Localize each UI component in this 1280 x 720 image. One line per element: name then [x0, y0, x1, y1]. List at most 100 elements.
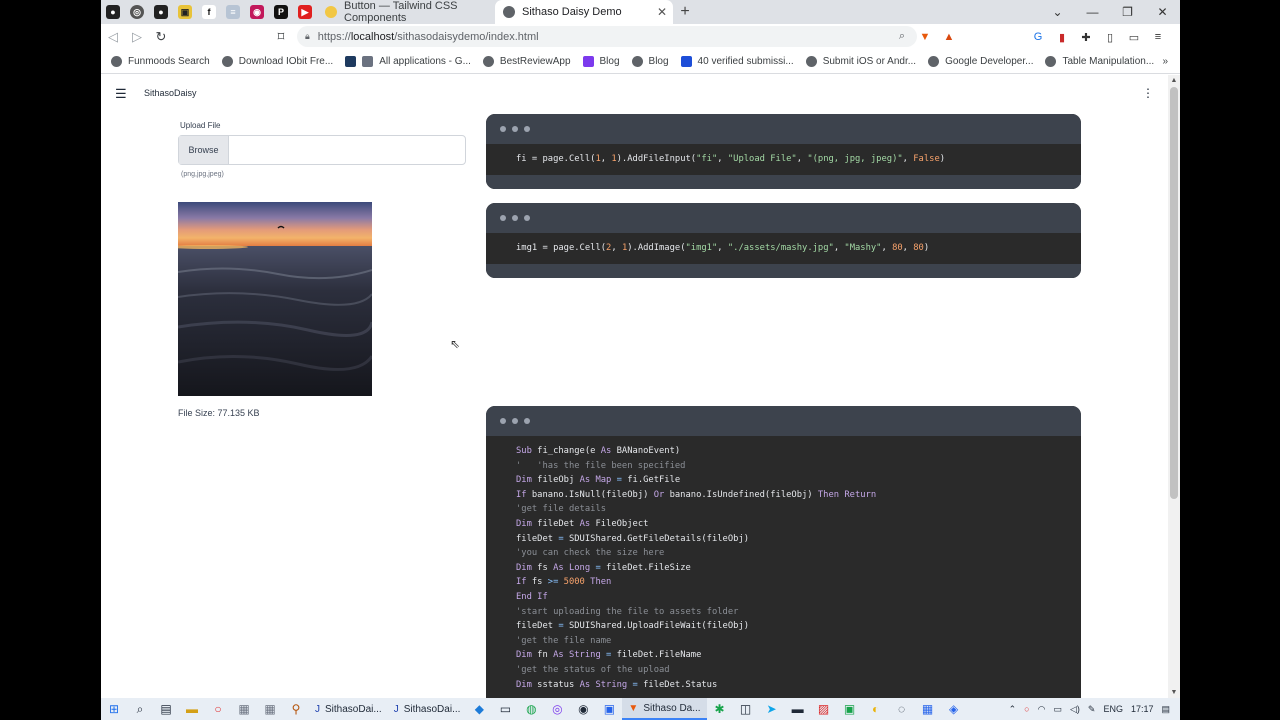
brave-rewards-icon[interactable]: ▲ — [937, 27, 961, 47]
reload-button[interactable]: ↻ — [149, 29, 173, 45]
beach-sunset-image — [178, 202, 372, 396]
windows-start-icon[interactable]: ⊞ — [101, 698, 127, 720]
task-view-icon[interactable]: ▤ — [153, 698, 179, 720]
youtube-icon[interactable]: ▶ — [293, 0, 317, 24]
reddit-icon[interactable]: ◉ — [245, 0, 269, 24]
github-icon[interactable]: ● — [101, 0, 125, 24]
globe-icon — [1045, 55, 1057, 67]
app-icon[interactable]: ▣ — [596, 698, 622, 720]
back-button[interactable]: ◁ — [101, 29, 125, 45]
url-host: localhost — [350, 30, 395, 43]
extension-red-icon[interactable]: ▮ — [1050, 27, 1074, 47]
tab-tailwind-button[interactable]: Button — Tailwind CSS Components — [317, 0, 495, 24]
chevron-down-icon[interactable]: ⌄ — [1040, 5, 1075, 19]
extension-icons: G ▮ ✚ ▯ ▭ ≡ — [1026, 27, 1170, 47]
bookmark-item[interactable]: Funmoods Search — [111, 55, 210, 67]
volume-icon[interactable]: ◁) — [1070, 704, 1080, 715]
puzzle-icon[interactable]: ✚ — [1074, 27, 1098, 47]
network-icon[interactable]: ◠ — [1038, 704, 1046, 715]
taskbar-app[interactable]: J SithasoDai... — [309, 698, 388, 720]
bookmark-item[interactable]: Blog — [631, 55, 669, 67]
brave-shield-icon[interactable]: ▼ — [913, 27, 937, 47]
code-mockup-image: img1 = page.Cell(2, 1).AddImage("img1", … — [486, 203, 1081, 278]
zoom-icon[interactable]: ⌕ — [899, 30, 905, 43]
bookmark-item[interactable]: Table Manipulation... — [1045, 55, 1154, 67]
address-bar[interactable]: 🔒︎ https://localhost/sithasodaisydemo/in… — [297, 26, 917, 47]
bookmark-item[interactable]: All applications - G... — [345, 55, 471, 67]
globe-icon[interactable]: ◎ — [125, 0, 149, 24]
file-explorer-icon[interactable]: ▬ — [179, 698, 205, 720]
bookmark-label: Blog — [599, 55, 620, 67]
page-scrollbar[interactable]: ▲ ▼ — [1168, 75, 1180, 698]
bookmark-item[interactable]: Blog — [582, 55, 620, 67]
app-icon[interactable]: ◌ — [889, 698, 915, 720]
pdf-icon[interactable]: ▨ — [811, 698, 837, 720]
more-vertical-icon[interactable]: ⋮ — [1142, 86, 1154, 100]
sidebar-icon[interactable]: ▯ — [1098, 27, 1122, 47]
taskbar-app[interactable]: J SithasoDai... — [388, 698, 467, 720]
close-window-button[interactable]: ✕ — [1145, 5, 1180, 19]
translate-icon[interactable]: G — [1026, 27, 1050, 47]
app-icon[interactable]: ▣ — [837, 698, 863, 720]
app-icon[interactable]: ▦ — [257, 698, 283, 720]
bookmark-item[interactable]: Submit iOS or Andr... — [805, 55, 916, 67]
wallet-icon[interactable]: ▭ — [1122, 27, 1146, 47]
clock[interactable]: 17:17 — [1131, 704, 1154, 714]
vscode-icon[interactable]: ◆ — [466, 698, 492, 720]
tab-sithaso-daisy-demo[interactable]: Sithaso Daisy Demo ✕ — [495, 0, 673, 24]
new-tab-button[interactable]: + — [673, 3, 697, 21]
opera-icon[interactable]: ○ — [205, 698, 231, 720]
app-brand[interactable]: SithasoDaisy — [144, 88, 197, 98]
file-name-field[interactable] — [229, 136, 465, 164]
stack-icon[interactable]: ≡ — [221, 0, 245, 24]
notifications-icon[interactable]: ▤ — [1161, 704, 1170, 715]
pen-icon[interactable]: ✎ — [1088, 704, 1096, 715]
opera-tray-icon[interactable]: ○ — [1024, 704, 1029, 714]
bookmark-item[interactable]: BestReviewApp — [482, 55, 571, 67]
battery-icon[interactable]: ▭ — [1053, 704, 1062, 715]
browser-toolbar: ◁ ▷ ↻ ⌑ 🔒︎ https://localhost/sithasodais… — [101, 24, 1180, 49]
app-icon[interactable]: ▬ — [785, 698, 811, 720]
github-icon[interactable]: ● — [149, 0, 173, 24]
upload-file-label: Upload File — [180, 121, 221, 130]
scroll-up-icon[interactable]: ▲ — [1168, 77, 1180, 84]
code-line: If fs >= 5000 Then — [516, 577, 612, 588]
scrollbar-thumb[interactable] — [1170, 87, 1178, 499]
bookmark-label: All applications - G... — [379, 55, 471, 67]
bookmarks-overflow-button[interactable]: » — [1162, 56, 1168, 67]
scroll-down-icon[interactable]: ▼ — [1168, 689, 1180, 696]
app-icon[interactable]: ◐ — [863, 698, 889, 720]
close-tab-icon[interactable]: ✕ — [657, 5, 667, 19]
forward-button[interactable]: ▷ — [125, 29, 149, 45]
file-input[interactable]: Browse — [178, 135, 466, 165]
app-icon[interactable]: ◫ — [733, 698, 759, 720]
language-indicator[interactable]: ENG — [1103, 704, 1123, 714]
app-icon[interactable]: ✱ — [707, 698, 733, 720]
app-icon[interactable]: ▦ — [231, 698, 257, 720]
restore-button[interactable]: ❐ — [1110, 5, 1145, 19]
minimize-button[interactable]: — — [1075, 5, 1110, 19]
whatsapp-icon[interactable]: ◍ — [518, 698, 544, 720]
bookmark-item[interactable]: Download IObit Fre... — [221, 55, 333, 67]
menu-icon[interactable]: ≡ — [1146, 27, 1170, 47]
app-icon[interactable]: ▦ — [915, 698, 941, 720]
chevron-up-icon[interactable]: ⌃ — [1009, 704, 1017, 715]
p-icon[interactable]: P — [269, 0, 293, 24]
bookmark-item[interactable]: 40 verified submissi... — [680, 55, 794, 67]
telegram-icon[interactable]: ➤ — [759, 698, 785, 720]
code-line: Dim fn As String = fileDet.FileName — [516, 650, 702, 661]
app-icon[interactable]: ◉ — [570, 698, 596, 720]
app-icon[interactable]: ▭ — [492, 698, 518, 720]
bookmark-item[interactable]: Google Developer... — [928, 55, 1033, 67]
bookmark-icon[interactable]: ⌑ — [269, 29, 293, 45]
browse-button[interactable]: Browse — [179, 136, 229, 164]
app-icon[interactable]: ◎ — [544, 698, 570, 720]
search-icon[interactable]: ⌕ — [127, 698, 153, 720]
search-tool-icon[interactable]: ⚲ — [283, 698, 309, 720]
yellow-square-icon[interactable]: ▣ — [173, 0, 197, 24]
facebook-icon[interactable]: f — [197, 0, 221, 24]
taskbar-app-active[interactable]: ▼ Sithaso Da... — [622, 698, 707, 720]
app-icon[interactable]: ◈ — [941, 698, 967, 720]
hamburger-menu-icon[interactable]: ☰ — [115, 86, 127, 102]
mockup-window-dots — [486, 203, 1081, 233]
